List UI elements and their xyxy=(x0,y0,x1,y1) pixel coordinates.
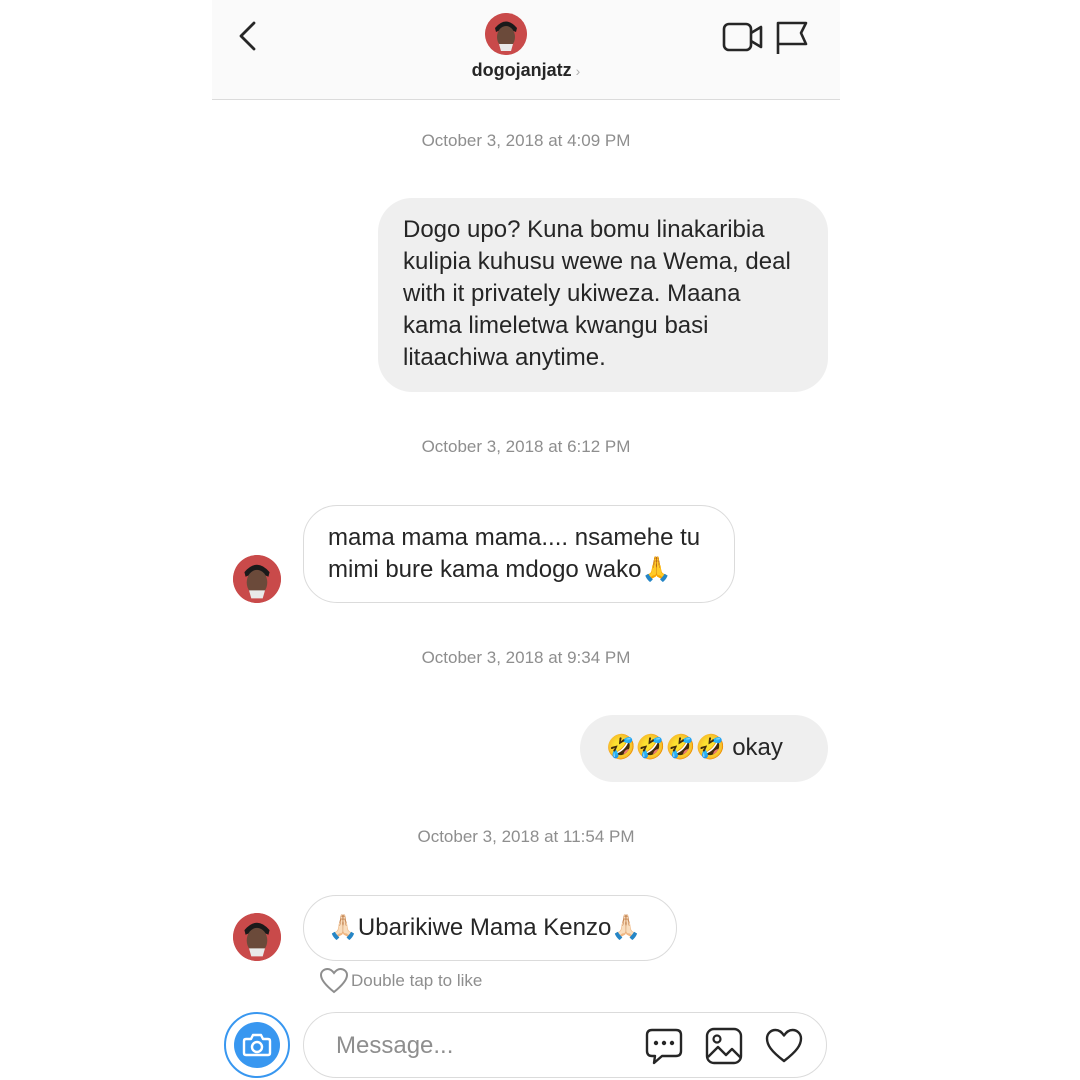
message-line: mimi bure kama mdogo wako🙏 xyxy=(328,556,672,583)
message-line: kulipia kuhusu wewe na Wema, deal xyxy=(403,248,791,275)
camera-icon xyxy=(242,1033,272,1057)
avatar[interactable] xyxy=(233,555,281,603)
timestamp: October 3, 2018 at 9:34 PM xyxy=(421,648,631,667)
message-line: 🙏🏻Ubarikiwe Mama Kenzo🙏🏻 xyxy=(328,914,642,941)
chat-bubble-button[interactable] xyxy=(644,1026,684,1066)
timestamp: October 3, 2018 at 4:09 PM xyxy=(421,131,631,150)
message-composer xyxy=(303,1012,827,1078)
back-button[interactable] xyxy=(234,18,264,54)
incoming-message[interactable]: mama mama mama.... nsamehe tu mimi bure … xyxy=(303,505,735,603)
outgoing-message[interactable]: Dogo upo? Kuna bomu linakaribia kulipia … xyxy=(378,198,828,392)
double-tap-like-hint[interactable]: Double tap to like xyxy=(320,967,482,995)
chat-header: dogojanjatz › xyxy=(212,0,840,100)
camera-button-fill xyxy=(234,1022,280,1068)
message-line: mama mama mama.... nsamehe tu xyxy=(328,524,701,551)
message-line: litaachiwa anytime. xyxy=(403,344,606,371)
incoming-message[interactable]: 🙏🏻Ubarikiwe Mama Kenzo🙏🏻 xyxy=(303,895,677,961)
report-flag-button[interactable] xyxy=(774,18,810,56)
heart-icon xyxy=(765,1028,803,1063)
like-hint-text: Double tap to like xyxy=(351,971,483,990)
message-line: Dogo upo? Kuna bomu linakaribia xyxy=(403,216,765,243)
camera-button[interactable] xyxy=(224,1012,290,1078)
message-line: kama limeletwa kwangu basi xyxy=(403,312,709,339)
heart-icon xyxy=(320,968,348,994)
avatar-illustration xyxy=(485,13,527,55)
flag-icon xyxy=(776,21,808,54)
chevron-right-icon: › xyxy=(575,63,581,79)
back-chevron-icon xyxy=(239,21,256,51)
avatar[interactable] xyxy=(485,13,527,55)
message-line: 🤣🤣🤣🤣 okay xyxy=(606,734,783,761)
timestamp: October 3, 2018 at 6:12 PM xyxy=(421,437,631,456)
timestamp: October 3, 2018 at 11:54 PM xyxy=(417,827,635,846)
message-line: with it privately ukiweza. Maana xyxy=(403,280,741,307)
avatar-illustration xyxy=(233,555,281,603)
video-call-button[interactable] xyxy=(722,20,764,54)
gallery-icon xyxy=(705,1027,743,1065)
outgoing-message[interactable]: 🤣🤣🤣🤣 okay xyxy=(580,715,828,782)
chat-bubble-icon xyxy=(645,1028,683,1065)
avatar-illustration xyxy=(233,913,281,961)
message-input[interactable] xyxy=(334,1027,638,1065)
heart-like-button[interactable] xyxy=(764,1026,804,1066)
avatar[interactable] xyxy=(233,913,281,961)
video-call-icon xyxy=(722,22,763,52)
gallery-button[interactable] xyxy=(704,1026,744,1066)
username-link[interactable]: dogojanjatz › xyxy=(212,60,840,81)
username: dogojanjatz xyxy=(471,60,572,80)
